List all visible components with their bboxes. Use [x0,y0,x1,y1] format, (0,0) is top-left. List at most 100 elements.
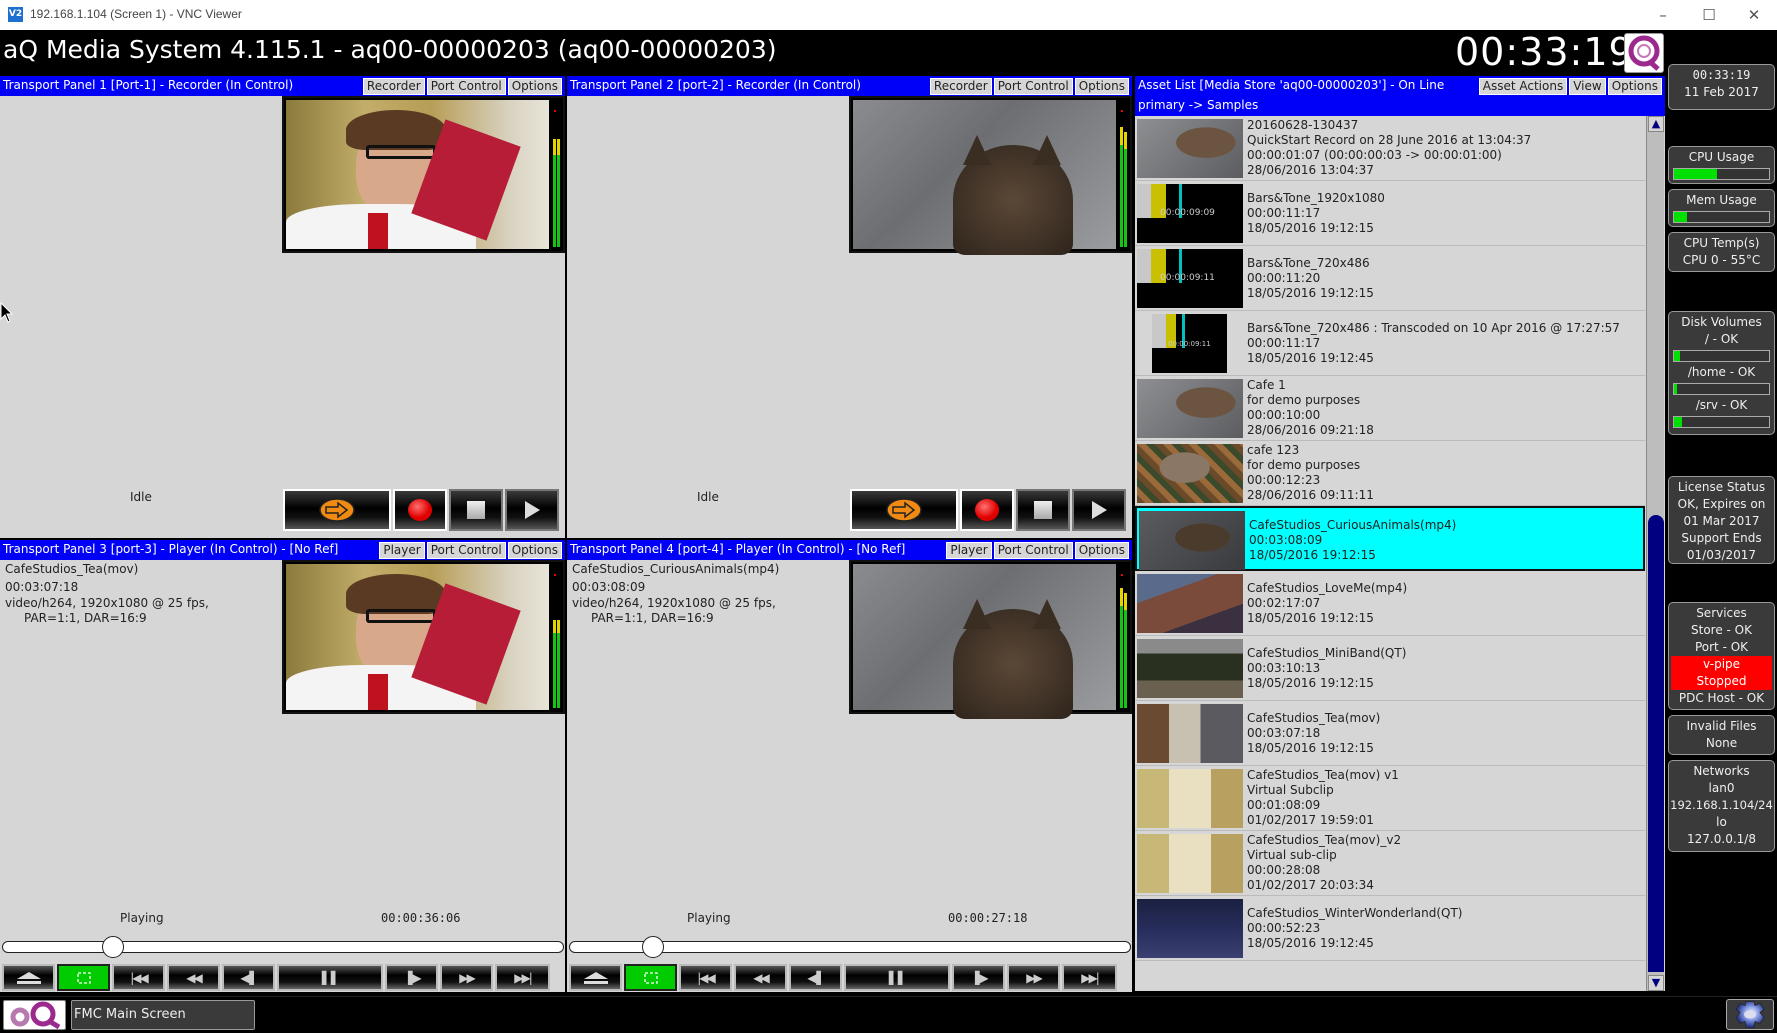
disk-srv-label: /srv - OK [1695,398,1748,412]
port-control-button[interactable]: Port Control [993,542,1073,559]
loop-button[interactable] [57,964,110,991]
asset-list-item[interactable]: CafeStudios_WinterWonderland(QT) 00:00:52… [1135,896,1645,961]
scrubber-knob[interactable] [102,936,125,958]
stop-button[interactable] [1016,489,1070,531]
fast-forward-icon: ▶▶ [1026,970,1043,985]
maximize-button[interactable]: ☐ [1686,2,1732,28]
play-button[interactable] [1072,489,1126,531]
asset-list-scrollbar[interactable]: ▲ ▼ [1646,116,1664,991]
loop-button[interactable] [624,964,677,991]
playback-scrubber[interactable] [569,936,1131,958]
asset-details: Bars&Tone_720x486 00:00:11:20 18/05/2016 1… [1247,256,1374,301]
port-control-button[interactable]: Port Control [993,78,1073,95]
asset-list-item[interactable]: 00:00:09:09 Bars&Tone_1920x1080 00:00:11:1… [1135,181,1645,246]
audio-meter-right [1124,132,1127,247]
asset-detail-line: 18/05/2016 19:12:15 [1247,611,1374,625]
clip-duration: 00:03:07:18 [5,580,79,594]
go-to-end-button[interactable]: ▶▶| [1062,964,1117,991]
record-button[interactable] [393,489,447,531]
rewind-button[interactable]: ◀◀ [167,964,220,991]
service-pdc-status: PDC Host - OK [1678,691,1765,705]
player-button[interactable]: Player [946,542,992,559]
fast-forward-button[interactable]: ▶▶ [1007,964,1060,991]
minimize-button[interactable]: – [1640,2,1686,28]
pause-button[interactable]: ▌ ▌ [277,964,383,991]
vnc-viewer-icon: V2 [8,7,23,22]
step-back-button[interactable]: ◀ ▌ [789,964,842,991]
recorder-button[interactable]: Recorder [362,78,425,95]
scrollbar-thumb[interactable] [1648,515,1664,972]
support-end-date: 01/03/2017 [1686,548,1757,562]
rewind-button[interactable]: ◀◀ [734,964,787,991]
scroll-down-arrow-icon[interactable]: ▼ [1648,975,1664,991]
asset-name: 20160628-130437 [1247,118,1359,132]
scrubber-knob[interactable] [641,936,664,958]
peak-indicator [1121,110,1123,112]
playback-status: Playing [687,911,731,925]
port-control-button[interactable]: Port Control [426,78,506,95]
asset-list-item[interactable]: Cafe 1 for demo purposes 00:00:10:00 28/06/… [1135,376,1645,441]
go-to-start-button[interactable]: |◀◀ [679,964,732,991]
asset-name: CafeStudios_Tea(mov) [1247,711,1381,725]
asset-list-item[interactable]: 20160628-130437 QuickStart Record on 28 J… [1135,116,1645,181]
asset-name: Bars&Tone_720x486 : Transcoded on 10 Apr… [1247,321,1620,335]
asset-detail-line: 00:00:01:07 (00:00:00:03 -> 00:00:01:00) [1247,148,1502,162]
player-button[interactable]: Player [379,542,425,559]
asset-list-item[interactable]: 00:00:09:11 Bars&Tone_720x486 00:00:11:20 1… [1135,246,1645,311]
asset-detail-line: 00:01:08:09 [1247,798,1321,812]
asset-detail-line: 28/06/2016 09:11:11 [1247,488,1374,502]
asset-details: Bars&Tone_1920x1080 00:00:11:17 18/05/2016… [1247,191,1385,236]
step-forward-button[interactable]: ▐ ▶ [385,964,438,991]
asset-list-item[interactable]: cafe 123 for demo purposes 00:00:12:23 28/0… [1135,441,1645,506]
aq-logo-icon[interactable] [1624,33,1664,73]
options-button[interactable]: Options [1074,542,1129,559]
pause-button[interactable]: ▌ ▌ [844,964,950,991]
asset-actions-button[interactable]: Asset Actions [1478,78,1568,95]
play-button[interactable] [505,489,559,531]
options-button[interactable]: Options [1607,78,1662,95]
eject-button[interactable] [569,964,622,991]
audio-meter-right [1124,593,1127,708]
goto-button[interactable] [850,489,958,531]
options-button[interactable]: Options [1074,78,1129,95]
scroll-up-arrow-icon[interactable]: ▲ [1648,116,1664,132]
options-button[interactable]: Options [507,542,562,559]
asset-list-item[interactable]: 00:00:09:11 Bars&Tone_720x486 : Transcode… [1135,311,1645,376]
asset-list-item[interactable]: CafeStudios_CuriousAnimals(mp4) 00:03:08:… [1135,506,1645,571]
license-expiry: 01 Mar 2017 [1683,514,1760,528]
go-to-start-button[interactable]: |◀◀ [112,964,165,991]
eject-button[interactable] [2,964,55,991]
asset-list-item[interactable]: CafeStudios_Tea(mov)_v2 Virtual sub-clip 0… [1135,831,1645,896]
asset-detail-line: 18/05/2016 19:12:15 [1247,741,1374,755]
asset-detail-line: 00:00:28:08 [1247,863,1321,877]
asset-list-item[interactable]: CafeStudios_Tea(mov) 00:03:07:18 18/05/201… [1135,701,1645,766]
disk-volumes-box: Disk Volumes / - OK /home - OK /srv - OK [1668,311,1775,435]
asset-path-breadcrumb[interactable]: primary -> Samples [1138,98,1258,112]
options-button[interactable]: Options [507,78,562,95]
aq-logo-icon[interactable] [3,1000,66,1030]
stop-button[interactable] [449,489,503,531]
goto-button[interactable] [283,489,391,531]
fmc-main-screen-button[interactable]: FMC Main Screen [71,1000,255,1030]
step-back-button[interactable]: ◀ ▌ [222,964,275,991]
video-preview [849,560,1132,719]
asset-detail-line: 00:02:17:07 [1247,596,1321,610]
cpu-temp-value: CPU 0 - 55°C [1682,253,1761,267]
record-button[interactable] [960,489,1014,531]
invalid-files-value: None [1705,736,1738,750]
go-to-end-button[interactable]: ▶▶| [495,964,550,991]
asset-list-item[interactable]: CafeStudios_LoveMe(mp4) 00:02:17:07 18/05/… [1135,571,1645,636]
port-control-button[interactable]: Port Control [426,542,506,559]
asset-detail-line: 18/05/2016 19:12:15 [1247,286,1374,300]
gear-icon[interactable] [1726,999,1774,1030]
fast-forward-button[interactable]: ▶▶ [440,964,493,991]
asset-details: CafeStudios_Tea(mov) 00:03:07:18 18/05/201… [1247,711,1380,756]
asset-list-item[interactable]: CafeStudios_MiniBand(QT) 00:03:10:13 18/05… [1135,636,1645,701]
playback-scrubber[interactable] [2,936,564,958]
recorder-button[interactable]: Recorder [929,78,992,95]
step-forward-button[interactable]: ▐ ▶ [952,964,1005,991]
asset-list-item[interactable]: CafeStudios_Tea(mov) v1 Virtual Subclip 00… [1135,766,1645,831]
view-button[interactable]: View [1569,78,1606,95]
asset-list: 20160628-130437 QuickStart Record on 28 J… [1135,116,1645,961]
close-button[interactable]: ✕ [1731,2,1777,28]
